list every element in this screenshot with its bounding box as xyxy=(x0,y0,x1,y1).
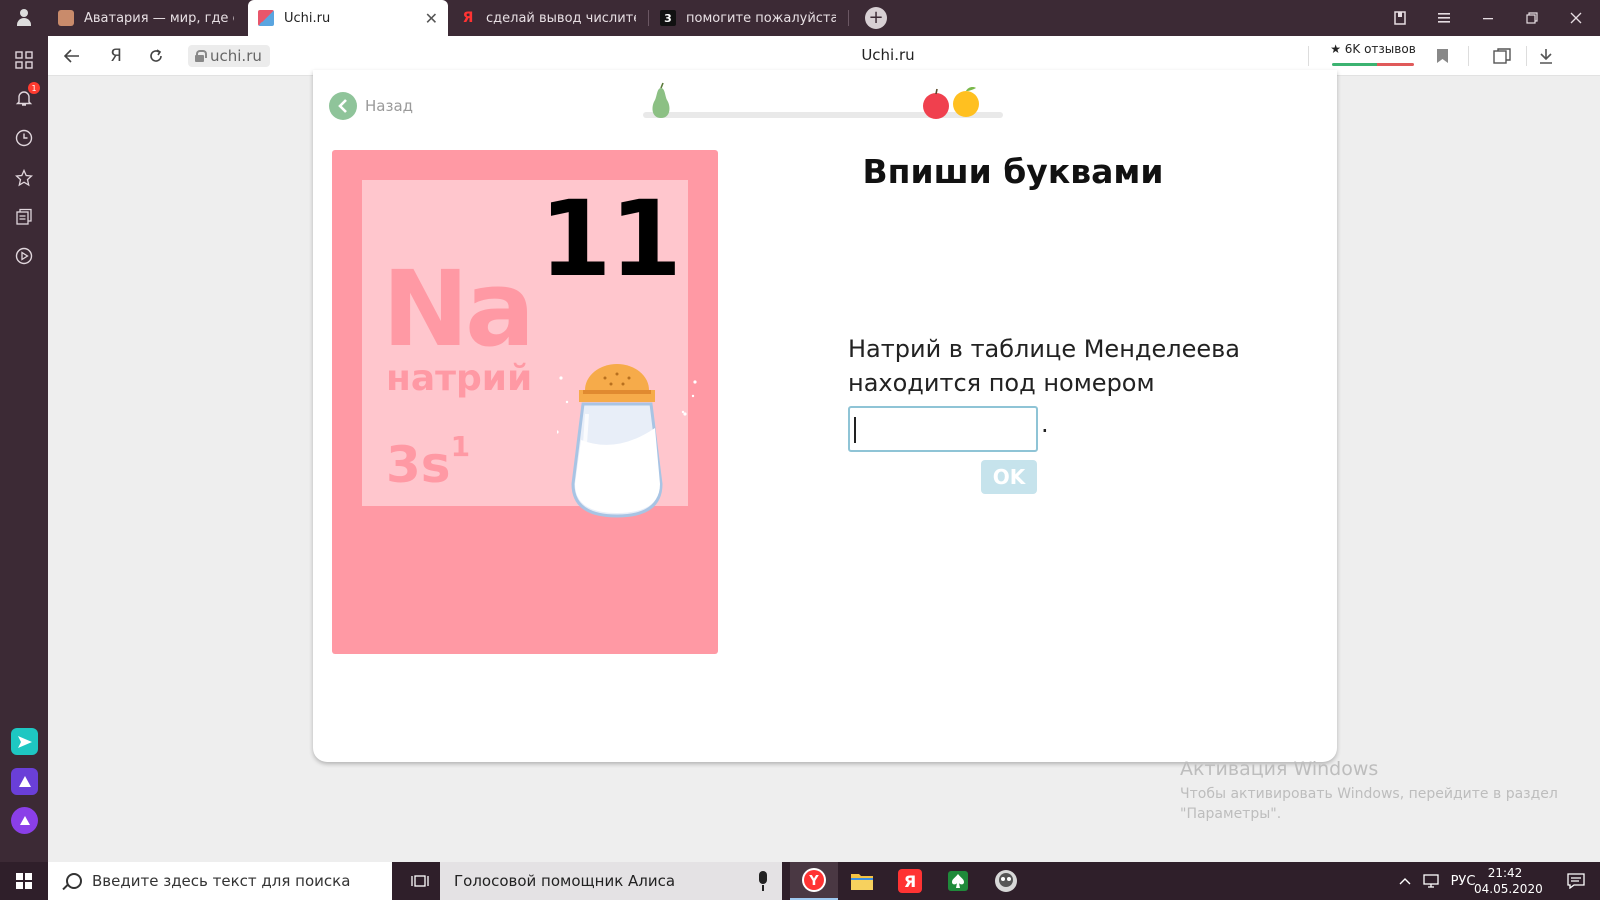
electron-config: 3s1 xyxy=(386,430,471,494)
back-arrow-icon[interactable] xyxy=(58,44,86,68)
clock-time: 21:42 xyxy=(1487,866,1523,880)
solitaire-icon[interactable] xyxy=(934,862,982,900)
microphone-icon[interactable] xyxy=(758,871,768,891)
windows-activation-watermark: Активация Windows Чтобы активировать Win… xyxy=(1180,758,1558,822)
search-placeholder: Введите здесь текст для поиска xyxy=(92,872,351,890)
tab-title: помогите пожалуйста по xyxy=(686,10,836,26)
element-name: натрий xyxy=(386,358,533,399)
reload-icon[interactable] xyxy=(142,44,170,68)
close-window-icon[interactable] xyxy=(1554,0,1598,36)
reviews-button[interactable]: ★ 6K отзывов xyxy=(1328,42,1418,68)
back-link[interactable]: Назад xyxy=(329,92,413,120)
orange-icon xyxy=(953,87,979,117)
new-tab-button[interactable]: + xyxy=(865,7,887,29)
task-heading: Впиши буквами xyxy=(862,152,1164,191)
apps-grid-icon[interactable] xyxy=(12,48,36,72)
tab-title: сделай вывод числительные xyxy=(486,10,636,26)
reviews-label: ★ 6K отзывов xyxy=(1330,42,1416,56)
rating-bar xyxy=(1332,63,1414,66)
alice-assistant-icon[interactable] xyxy=(11,807,38,834)
yandex-browser-taskbar-icon[interactable]: Y xyxy=(790,862,838,900)
yandex-home-icon[interactable]: Я xyxy=(102,44,130,68)
file-explorer-icon[interactable] xyxy=(838,862,886,900)
element-symbol: Na xyxy=(382,248,535,370)
minimize-icon[interactable] xyxy=(1466,0,1510,36)
task-view-icon[interactable] xyxy=(400,862,440,900)
search-icon xyxy=(66,873,82,889)
action-center-icon[interactable] xyxy=(1552,862,1600,900)
network-icon[interactable] xyxy=(1418,862,1444,900)
notification-badge: 1 xyxy=(28,82,40,94)
favorites-star-icon[interactable] xyxy=(12,166,36,190)
tab-yandex-search[interactable]: Я сделай вывод числительные xyxy=(450,0,646,36)
clock-date: 04.05.2020 xyxy=(1474,882,1543,896)
answer-suffix: . xyxy=(1041,410,1049,438)
atomic-number: 11 xyxy=(539,178,682,300)
lesson-card: Назад 11 Na натрий 3s1 Впиши буквами Нат… xyxy=(313,70,1337,762)
game-app-icon[interactable] xyxy=(982,862,1030,900)
tab-uchi[interactable]: Uchi.ru ✕ xyxy=(248,0,448,36)
znanija-favicon-icon: 3 xyxy=(660,10,676,26)
system-clock[interactable]: 21:42 04.05.2020 xyxy=(1474,865,1543,897)
show-hidden-icons-chevron-icon[interactable] xyxy=(1394,862,1416,900)
windows-logo-icon xyxy=(16,873,32,889)
svg-text:Я: Я xyxy=(904,872,916,891)
tab-znanija[interactable]: 3 помогите пожалуйста по xyxy=(650,0,846,36)
yandex-favicon-icon: Я xyxy=(462,10,474,26)
profile-button[interactable] xyxy=(0,0,48,36)
separator xyxy=(1468,46,1469,66)
apple-icon xyxy=(923,88,949,119)
back-label: Назад xyxy=(365,97,414,115)
url-text: uchi.ru xyxy=(210,47,262,65)
yandex-taskbar-icon[interactable]: Я xyxy=(886,862,934,900)
alice-label: Голосовой помощник Алиса xyxy=(454,872,676,890)
tab-separator xyxy=(648,10,649,26)
separator xyxy=(1526,46,1527,66)
restore-icon[interactable] xyxy=(1510,0,1554,36)
collections-icon[interactable] xyxy=(1488,44,1516,68)
windows-taskbar: Введите здесь текст для поиска Голосовой… xyxy=(0,862,1600,900)
download-icon[interactable] xyxy=(1532,44,1560,68)
salt-shaker-icon xyxy=(557,364,697,518)
url-field[interactable]: uchi.ru xyxy=(188,45,270,67)
page-title: Uchi.ru xyxy=(861,46,915,64)
tab-title: Аватария — мир, где сбываются мечты xyxy=(84,10,234,26)
svg-text:Y: Y xyxy=(808,874,819,889)
video-play-icon[interactable] xyxy=(12,244,36,268)
element-illustration: 11 Na натрий 3s1 xyxy=(332,150,718,654)
alice-voice-assistant[interactable]: Голосовой помощник Алиса xyxy=(440,862,782,900)
avatar-favicon-icon xyxy=(58,10,74,26)
menu-icon[interactable] xyxy=(1422,0,1466,36)
messenger-app-icon[interactable] xyxy=(11,728,38,755)
tab-title: Uchi.ru xyxy=(284,10,331,26)
close-tab-icon[interactable]: ✕ xyxy=(425,9,438,28)
chevron-left-icon xyxy=(329,92,357,120)
lock-icon xyxy=(195,50,207,62)
answer-input[interactable] xyxy=(848,406,1038,452)
browser-sidebar: 1 xyxy=(0,36,48,862)
taskbar-search-box[interactable]: Введите здесь текст для поиска xyxy=(48,862,392,900)
pear-icon xyxy=(652,82,670,118)
user-icon xyxy=(16,9,32,27)
bookmarks-panel-icon[interactable] xyxy=(1378,0,1422,36)
page-content: Назад 11 Na натрий 3s1 Впиши буквами Нат… xyxy=(48,70,1600,862)
uchi-favicon-icon xyxy=(258,10,274,26)
separator xyxy=(1308,46,1309,66)
alice-app-icon[interactable] xyxy=(11,768,38,795)
bookmark-icon[interactable] xyxy=(1428,44,1456,68)
zen-feed-icon[interactable] xyxy=(12,205,36,229)
notifications-bell-icon[interactable]: 1 xyxy=(12,82,40,110)
history-clock-icon[interactable] xyxy=(12,126,36,150)
ok-button[interactable]: OK xyxy=(981,460,1037,494)
text-caret xyxy=(854,417,856,443)
tab-bar: Аватария — мир, где сбываются мечты Uchi… xyxy=(0,0,1600,36)
tab-avataria[interactable]: Аватария — мир, где сбываются мечты xyxy=(48,0,244,36)
tab-separator xyxy=(848,10,849,26)
question-text: Натрий в таблице Менделеева находится по… xyxy=(848,335,1240,397)
start-button[interactable] xyxy=(0,862,48,900)
